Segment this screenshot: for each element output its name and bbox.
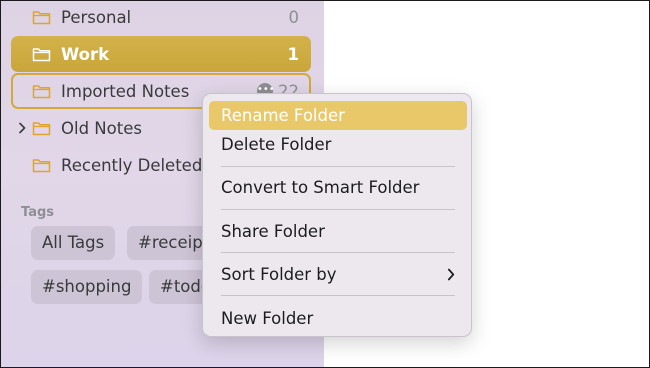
folder-icon <box>32 122 51 136</box>
folder-label: Personal <box>61 7 132 27</box>
folder-label: Recently Deleted <box>61 155 203 175</box>
menu-item-sort-folder-by[interactable]: Sort Folder by <box>209 260 467 289</box>
tag-shopping[interactable]: #shopping <box>31 270 143 304</box>
menu-separator <box>221 166 455 167</box>
folder-work[interactable]: Work 1 <box>11 36 311 72</box>
menu-item-new-folder[interactable]: New Folder <box>209 304 467 333</box>
notes-window: Personal 0 Work 1 Imported Notes ••• 22 <box>0 0 650 368</box>
folder-icon <box>32 85 51 99</box>
tags-heading: Tags <box>21 205 55 220</box>
chevron-right-icon[interactable] <box>18 122 26 134</box>
folder-icon <box>32 11 51 25</box>
folder-personal[interactable]: Personal 0 <box>11 1 311 35</box>
folder-context-menu: Rename Folder Delete Folder Convert to S… <box>202 93 472 337</box>
folder-count: 0 <box>288 7 300 27</box>
menu-separator <box>221 295 455 296</box>
menu-separator <box>221 252 455 253</box>
menu-item-delete-folder[interactable]: Delete Folder <box>209 130 467 159</box>
menu-item-convert-smart-folder[interactable]: Convert to Smart Folder <box>209 173 467 202</box>
folder-icon <box>32 48 51 62</box>
folder-label: Imported Notes <box>61 81 190 101</box>
tag-all-tags[interactable]: All Tags <box>31 226 116 260</box>
chevron-right-icon <box>447 268 455 281</box>
menu-item-label: Sort Folder by <box>221 265 337 284</box>
menu-item-share-folder[interactable]: Share Folder <box>209 217 467 246</box>
menu-item-rename-folder[interactable]: Rename Folder <box>209 101 467 130</box>
folder-label: Old Notes <box>61 118 142 138</box>
folder-icon <box>32 159 51 173</box>
menu-separator <box>221 209 455 210</box>
folder-count: 1 <box>287 44 299 64</box>
folder-label: Work <box>61 44 110 64</box>
